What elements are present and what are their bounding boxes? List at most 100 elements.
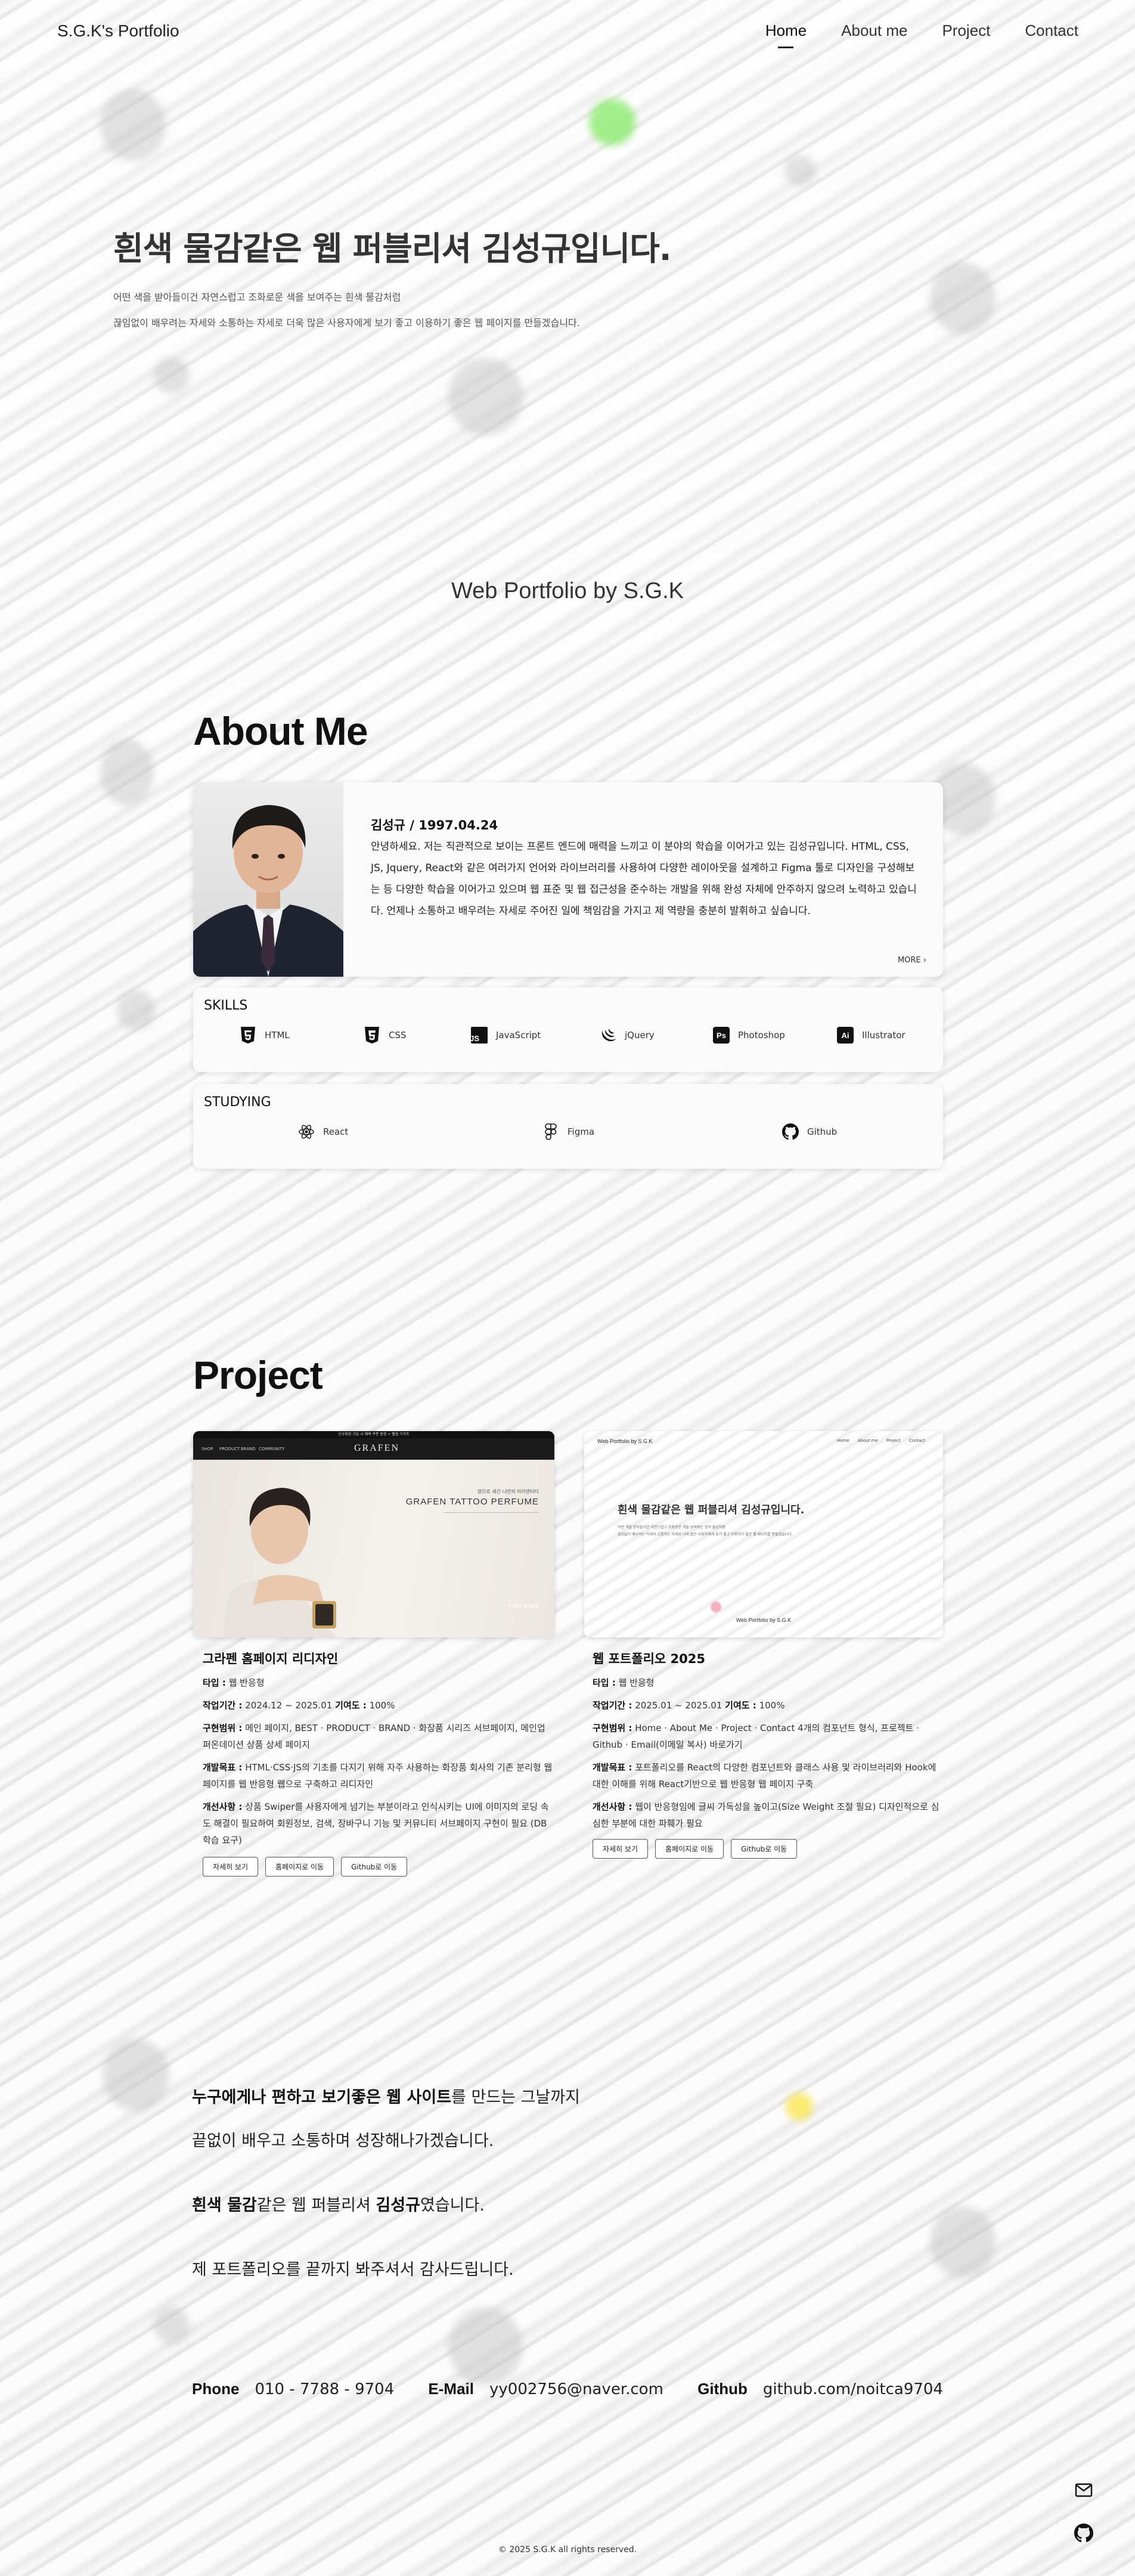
css3-icon xyxy=(364,1027,380,1044)
project-2-github-button[interactable]: Github로 이동 xyxy=(731,1839,798,1859)
svg-text:Ai: Ai xyxy=(842,1031,849,1040)
skill-label: HTML xyxy=(265,1030,290,1041)
site-header: S.G.K's Portfolio Home About me Project … xyxy=(0,0,1135,66)
project-2-scope: 구현범위 : Home · About Me · Project · Conta… xyxy=(593,1723,919,1750)
skill-javascript: JS JavaScript xyxy=(471,1027,541,1044)
chevron-right-icon: › xyxy=(923,956,926,965)
figma-icon xyxy=(542,1123,559,1140)
more-link[interactable]: MORE › xyxy=(898,956,926,965)
thumb-logo: Web Portfolio by S.G.K xyxy=(597,1438,653,1444)
thumb-top-banner: 신규회원 가입 시 혜택 쿠폰 증정 + 웰컴 기프트 xyxy=(193,1431,554,1438)
grey-paint-blob xyxy=(930,2206,996,2278)
project-2-period: 작업기간 : 2025.01 ~ 2025.01 기여도 : 100% xyxy=(593,1700,785,1711)
email-address[interactable]: yy002756@naver.com xyxy=(489,2380,663,2398)
skill-html: HTML xyxy=(240,1027,290,1044)
github-icon[interactable] xyxy=(1073,2522,1094,2544)
about-description: 안녕하세요. 저는 직관적으로 보이는 프론트 엔드에 매력을 느끼고 이 분야… xyxy=(371,841,917,917)
studying-label: Figma xyxy=(568,1126,595,1137)
grey-paint-blob xyxy=(154,2308,190,2343)
grey-paint-blob xyxy=(117,990,155,1030)
project-1-homepage-button[interactable]: 홈페이지로 이동 xyxy=(265,1857,334,1877)
skill-photoshop: Ps Photoshop xyxy=(713,1027,785,1044)
react-icon xyxy=(298,1123,315,1140)
about-profile-card: 김성규 / 1997.04.24 안녕하세요. 저는 직관적으로 보이는 프론트… xyxy=(193,782,943,977)
studying-label: Github xyxy=(807,1126,838,1137)
studying-react: React xyxy=(298,1123,348,1140)
skill-jquery: jQuery xyxy=(600,1027,655,1044)
javascript-icon: JS xyxy=(471,1027,488,1044)
green-paint-dot xyxy=(589,99,635,145)
thumb-line-2: 끊임없이 배우려는 자세와 소통하는 자세로 더욱 많은 사용자에게 보기 좋고… xyxy=(618,1532,793,1537)
grey-paint-blob xyxy=(100,89,166,161)
project-2-type: 타입 : 웹 반응형 xyxy=(593,1677,655,1688)
skills-card: SKILLS HTML CSS JS JavaScript jQuery Ps … xyxy=(193,987,943,1072)
photoshop-icon: Ps xyxy=(713,1027,730,1044)
project-1-period: 작업기간 : 2024.12 ~ 2025.01 기여도 : 100% xyxy=(203,1700,395,1711)
project-1-detail-button[interactable]: 자세히 보기 xyxy=(203,1857,259,1877)
thumb-caption: Web Portfolio by S.G.K xyxy=(736,1617,792,1623)
project-1-thumbnail[interactable]: 신규회원 가입 시 혜택 쿠폰 증정 + 웰컴 기프트 SHOP PRODUCT… xyxy=(193,1431,554,1637)
about-name: 김성규 / 1997.04.24 xyxy=(371,818,498,832)
svg-text:JS: JS xyxy=(471,1034,479,1043)
thumb-line-1: 어떤 색을 받아들이건 자연스럽고 조화로운 색을 보여주는 흰색 물감처럼 xyxy=(618,1525,725,1530)
project-1-goal: 개발목표 : HTML·CSS·JS의 기초를 다지기 위해 자주 사용하는 화… xyxy=(203,1762,553,1789)
yellow-paint-dot xyxy=(786,2093,813,2120)
grey-paint-blob xyxy=(448,2308,523,2385)
hero-title: 흰색 물감같은 웹 퍼블리셔 김성규입니다. xyxy=(113,230,672,268)
github-icon xyxy=(782,1123,799,1140)
project-2-thumbnail[interactable]: Web Portfolio by S.G.K Home About me Pro… xyxy=(584,1431,943,1637)
closing-line-2: 끝없이 배우고 소통하며 성장해나가겠습니다. xyxy=(192,2132,494,2150)
project-1-github-button[interactable]: Github로 이동 xyxy=(341,1857,408,1877)
project-2-goal: 개발목표 : 포트폴리오를 React의 다양한 컴포넌트와 클래스 사용 및 … xyxy=(593,1762,936,1789)
project-2-homepage-button[interactable]: 홈페이지로 이동 xyxy=(655,1839,724,1859)
project-section-title: Project xyxy=(193,1353,323,1397)
closing-line-3: 흰색 물감같은 웹 퍼블리셔 김성규였습니다. xyxy=(192,2196,485,2215)
skill-label: jQuery xyxy=(625,1030,655,1041)
skill-label: JavaScript xyxy=(496,1030,541,1041)
nav-home[interactable]: Home xyxy=(765,21,807,40)
project-1-type: 타입 : 웹 반응형 xyxy=(203,1677,265,1688)
thumb-model-figure xyxy=(223,1488,336,1637)
project-2-buttons: 자세히 보기 홈페이지로 이동 Github로 이동 xyxy=(593,1839,798,1859)
project-1-scope: 구현범위 : 메인 페이지, BEST · PRODUCT · BRAND · … xyxy=(203,1723,545,1750)
site-logo[interactable]: S.G.K's Portfolio xyxy=(57,21,179,41)
thumb-kicker: 향으로 새긴 나만의 아이덴티티 xyxy=(477,1489,539,1494)
about-section-title: About Me xyxy=(193,709,368,753)
thumb-headline: GRAFEN TATTOO PERFUME xyxy=(405,1497,539,1507)
illustrator-icon: Ai xyxy=(837,1027,854,1044)
thumb-caption: FIND MORE xyxy=(508,1604,539,1610)
grey-paint-blob xyxy=(100,739,154,805)
project-1-title: 그라펜 홈페이지 리디자인 xyxy=(203,1652,339,1666)
grey-paint-blob xyxy=(103,2039,169,2111)
hero-intro-line-1: 어떤 색을 받아들이건 자연스럽고 조화로운 색을 보여주는 흰색 물감처럼 xyxy=(113,292,401,303)
nav-about-me[interactable]: About me xyxy=(841,21,907,40)
jquery-icon xyxy=(600,1027,616,1044)
contact-email: E-Mail yy002756@naver.com xyxy=(428,2380,663,2398)
github-link[interactable]: github.com/noitca9704 xyxy=(763,2380,943,2398)
nav-contact[interactable]: Contact xyxy=(1025,21,1078,40)
mail-icon[interactable] xyxy=(1073,2479,1094,2501)
svg-text:Ps: Ps xyxy=(717,1031,726,1040)
contact-github: Github github.com/noitca9704 xyxy=(697,2380,943,2398)
skill-illustrator: Ai Illustrator xyxy=(837,1027,905,1044)
phone-number[interactable]: 010 - 7788 - 9704 xyxy=(255,2380,394,2398)
footer-copyright: © 2025 S.G.K all rights reserved. xyxy=(498,2545,637,2555)
project-2-detail-button[interactable]: 자세히 보기 xyxy=(593,1839,649,1859)
studying-github: Github xyxy=(782,1123,837,1140)
thumb-nav-bar: SHOP PRODUCT BRAND COMMUNITY GRAFEN xyxy=(193,1438,554,1460)
skills-title: SKILLS xyxy=(204,998,248,1013)
nav-project[interactable]: Project xyxy=(942,21,990,40)
grey-paint-blob xyxy=(930,262,996,334)
more-label: MORE xyxy=(897,956,921,965)
site-caption: Web Portfolio by S.G.K xyxy=(451,578,684,603)
profile-photo xyxy=(193,782,343,977)
project-2-improvements: 개선사항 : 웹이 반응형임에 글씨 가독성을 높이고(Size Weight … xyxy=(593,1801,939,1829)
closing-line-4: 제 포트폴리오를 끝까지 봐주셔서 감사드립니다. xyxy=(192,2261,514,2279)
project-1-buttons: 자세히 보기 홈페이지로 이동 Github로 이동 xyxy=(203,1857,408,1877)
thumb-headline: 흰색 물감같은 웹 퍼블리셔 김성규입니다. xyxy=(618,1504,805,1516)
html5-icon xyxy=(240,1027,256,1044)
grey-paint-blob xyxy=(154,358,190,394)
contact-row: Phone 010 - 7788 - 9704 E-Mail yy002756@na… xyxy=(192,2380,943,2398)
grey-paint-blob xyxy=(784,155,815,186)
closing-line-1: 누구에게나 편하고 보기좋은 웹 사이트를 만드는 그날까지 xyxy=(192,2088,580,2107)
